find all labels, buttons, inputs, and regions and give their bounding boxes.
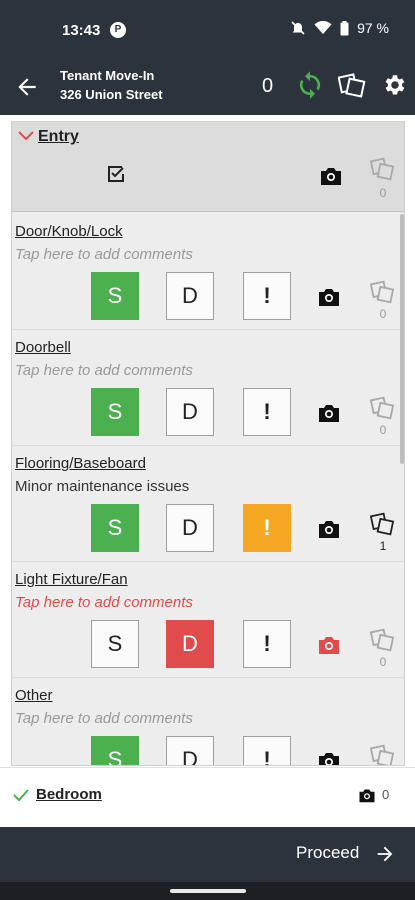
system-nav-bar [0, 882, 415, 900]
item-name: Light Fixture/Fan [15, 571, 128, 588]
proceed-button[interactable]: Proceed [296, 843, 359, 863]
pending-count: 0 [262, 75, 274, 97]
damaged-button[interactable]: D [166, 504, 214, 552]
section-entry: Entry 0 Door/Knob/Lock Tap here to add c… [11, 121, 405, 766]
camera-icon [359, 789, 375, 803]
item-name: Doorbell [15, 339, 71, 356]
inspection-content: Entry 0 Door/Knob/Lock Tap here to add c… [0, 115, 415, 827]
satisfactory-button[interactable]: S [91, 620, 139, 668]
camera-icon[interactable] [317, 519, 341, 539]
item-name: Other [15, 687, 53, 704]
battery-percent: 97 % [357, 20, 389, 36]
satisfactory-button[interactable]: S [91, 504, 139, 552]
camera-icon[interactable] [317, 287, 341, 307]
attention-button[interactable]: ! [243, 272, 291, 320]
photo-count: 0 [379, 423, 387, 437]
photos-icon[interactable] [370, 279, 396, 305]
comment-field[interactable]: Tap here to add comments [15, 594, 193, 611]
photos-icon[interactable] [338, 71, 366, 99]
photo-count: 0 [379, 186, 387, 200]
footer-bar: Proceed [0, 827, 415, 882]
arrow-right-icon[interactable] [374, 843, 396, 865]
mute-icon [291, 21, 305, 35]
satisfactory-button[interactable]: S [91, 272, 139, 320]
attention-button[interactable]: ! [243, 736, 291, 765]
satisfactory-button[interactable]: S [91, 736, 139, 765]
list-item: Other Tap here to add comments S D ! 0 [12, 678, 404, 766]
damaged-button[interactable]: D [166, 736, 214, 765]
photo-count: 1 [379, 539, 387, 553]
damaged-button[interactable]: D [166, 272, 214, 320]
inspection-title: Tenant Move-In [60, 68, 155, 83]
photo-count: 0 [379, 655, 387, 669]
damaged-button[interactable]: D [166, 388, 214, 436]
item-name: Door/Knob/Lock [15, 223, 123, 240]
comment-field[interactable]: Tap here to add comments [15, 710, 193, 727]
check-icon [13, 789, 29, 802]
damaged-button[interactable]: D [166, 620, 214, 668]
attention-button[interactable]: ! [243, 620, 291, 668]
photo-count: 0 [379, 307, 387, 321]
status-bar: 13:43 P 97 % [0, 0, 415, 60]
gear-icon[interactable] [381, 72, 407, 98]
satisfactory-button[interactable]: S [91, 388, 139, 436]
photos-icon[interactable] [370, 511, 396, 537]
status-icons: 97 % [290, 20, 389, 36]
sync-icon[interactable] [295, 70, 325, 100]
attention-button[interactable]: ! [243, 388, 291, 436]
property-address: 326 Union Street [60, 87, 163, 102]
photos-icon[interactable] [370, 395, 396, 421]
app-notification-icon: P [110, 22, 126, 38]
camera-icon[interactable] [317, 403, 341, 423]
photos-icon[interactable] [370, 743, 396, 766]
check-all-icon[interactable] [104, 162, 128, 186]
battery-icon [340, 20, 349, 35]
photo-count: 0 [382, 787, 390, 802]
comment-field[interactable]: Tap here to add comments [15, 362, 193, 379]
section-bedroom[interactable]: Bedroom 0 [0, 767, 415, 827]
item-name: Flooring/Baseboard [15, 455, 146, 472]
scrollbar[interactable] [400, 214, 404, 464]
section-header[interactable]: Entry 0 [12, 122, 404, 212]
wifi-icon [314, 21, 332, 34]
camera-icon[interactable] [319, 166, 343, 186]
list-item: Doorbell Tap here to add comments S D ! … [12, 330, 404, 446]
comment-field[interactable]: Tap here to add comments [15, 246, 193, 263]
camera-icon[interactable] [317, 751, 341, 766]
photos-icon[interactable] [370, 156, 396, 182]
camera-icon[interactable] [317, 635, 341, 655]
comment-field[interactable]: Minor maintenance issues [15, 478, 189, 495]
list-item: Flooring/Baseboard Minor maintenance iss… [12, 446, 404, 562]
list-item: Light Fixture/Fan Tap here to add commen… [12, 562, 404, 678]
status-time: 13:43 [62, 22, 101, 39]
home-handle[interactable] [170, 889, 246, 893]
section-title[interactable]: Bedroom [36, 786, 102, 803]
app-bar: Tenant Move-In 326 Union Street 0 [0, 60, 415, 115]
attention-button[interactable]: ! [243, 504, 291, 552]
section-title[interactable]: Entry [38, 128, 79, 146]
list-item: Door/Knob/Lock Tap here to add comments … [12, 214, 404, 330]
back-arrow-icon[interactable] [14, 74, 40, 100]
chevron-down-icon[interactable] [17, 129, 35, 143]
photos-icon[interactable] [370, 627, 396, 653]
